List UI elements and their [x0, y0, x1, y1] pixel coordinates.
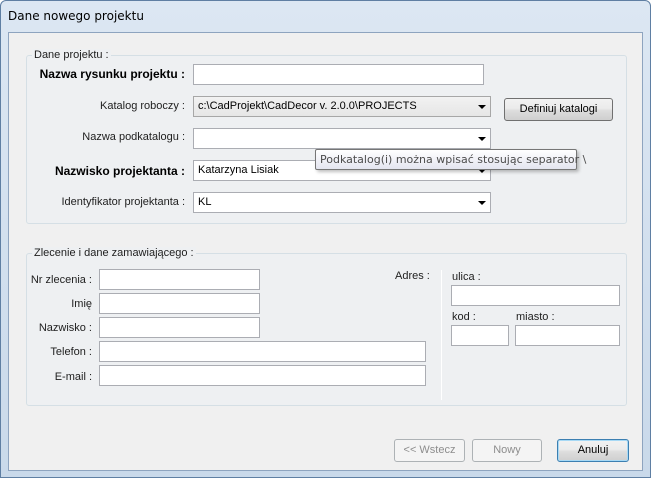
postcode-label: kod :	[452, 311, 476, 323]
order-number-input[interactable]	[99, 269, 260, 290]
work-dir-value: c:\CadProjekt\CadDecor v. 2.0.0\PROJECTS	[198, 100, 417, 112]
order-data-legend: Zlecenie i dane zamawiającego :	[32, 247, 196, 259]
chevron-down-icon[interactable]	[478, 105, 486, 109]
phone-label: Telefon :	[50, 346, 92, 358]
city-label: miasto :	[516, 311, 555, 323]
chevron-down-icon[interactable]	[478, 201, 486, 205]
cancel-button[interactable]: Anuluj	[557, 439, 629, 462]
subdir-combo[interactable]	[193, 128, 491, 149]
designer-name-label: Nazwisko projektanta :	[54, 164, 185, 178]
project-data-legend: Dane projektu :	[32, 49, 111, 61]
designer-id-label: Identyfikator projektanta :	[61, 196, 185, 208]
chevron-down-icon[interactable]	[478, 137, 486, 141]
street-label: ulica :	[452, 271, 481, 283]
designer-id-combo[interactable]: KL	[193, 192, 491, 213]
designer-name-value: Katarzyna Lisiak	[198, 164, 279, 176]
phone-input[interactable]	[99, 341, 426, 362]
work-dir-combo[interactable]: c:\CadProjekt\CadDecor v. 2.0.0\PROJECTS	[193, 96, 491, 117]
email-label: E-mail :	[54, 371, 92, 383]
work-dir-label: Katalog roboczy :	[100, 100, 185, 112]
street-input[interactable]	[451, 285, 620, 306]
email-input[interactable]	[99, 365, 426, 386]
city-input[interactable]	[515, 325, 620, 346]
drawing-name-label: Nazwa rysunku projektu :	[39, 67, 185, 81]
dialog-client-area: Dane projektu : Nazwa rysunku projektu :…	[8, 32, 643, 471]
first-name-input[interactable]	[99, 293, 260, 314]
drawing-name-input[interactable]	[193, 64, 484, 85]
address-divider	[441, 270, 442, 400]
address-label: Adres :	[395, 270, 430, 282]
designer-id-value: KL	[198, 196, 212, 208]
subdir-label: Nazwa podkatalogu :	[82, 131, 185, 143]
order-number-label: Nr zlecenia :	[30, 274, 92, 286]
define-directories-button[interactable]: Definiuj katalogi	[504, 98, 613, 121]
new-button[interactable]: Nowy	[472, 439, 542, 462]
subdir-tooltip: Podkatalog(i) można wpisać stosując sepa…	[315, 149, 586, 170]
back-button[interactable]: << Wstecz	[394, 439, 465, 462]
postcode-input[interactable]	[451, 325, 509, 346]
window-title: Dane nowego projektu	[8, 9, 144, 23]
last-name-input[interactable]	[99, 317, 260, 338]
dialog-window: Dane nowego projektu Dane projektu : Naz…	[0, 0, 651, 478]
first-name-label: Imię	[71, 298, 92, 310]
last-name-label: Nazwisko :	[38, 322, 92, 334]
